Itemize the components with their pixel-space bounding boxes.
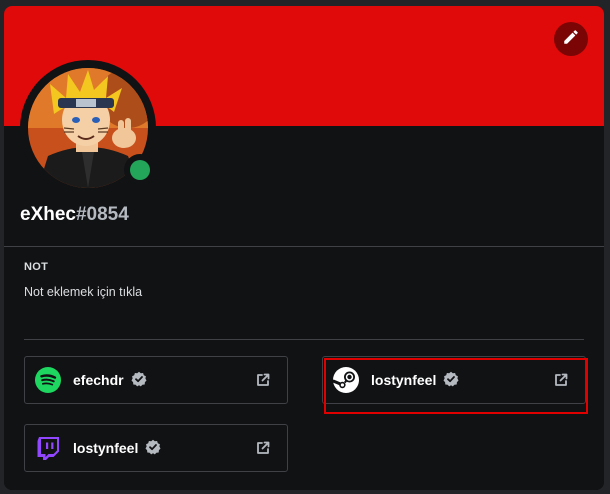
username-text: eXhec <box>20 204 76 225</box>
verified-check-icon <box>131 371 147 390</box>
note-heading: NOT <box>24 261 49 273</box>
user-profile-card: eXhec#0854 NOT Not eklemek için tıkla ef… <box>4 6 604 490</box>
spotify-icon <box>35 367 61 393</box>
edit-profile-button[interactable] <box>554 22 588 56</box>
connection-spotify[interactable]: efechdr <box>24 356 288 404</box>
connection-name: efechdr <box>73 371 147 390</box>
status-indicator-ring <box>124 154 156 186</box>
section-divider <box>24 339 584 340</box>
verified-check-icon <box>145 439 161 458</box>
profile-username: eXhec#0854 <box>20 204 129 226</box>
pencil-icon <box>562 28 580 51</box>
discriminator-text: #0854 <box>75 204 129 225</box>
verified-check-icon <box>443 371 459 390</box>
connection-name: lostynfeel <box>371 371 459 390</box>
profile-popout-frame: eXhec#0854 NOT Not eklemek için tıkla ef… <box>0 0 610 494</box>
note-input[interactable]: Not eklemek için tıkla <box>24 285 584 299</box>
external-link-icon[interactable] <box>255 372 271 388</box>
connection-steam[interactable]: lostynfeel <box>322 356 586 404</box>
online-status-icon <box>130 160 150 180</box>
external-link-icon[interactable] <box>553 372 569 388</box>
steam-icon <box>332 367 359 393</box>
external-link-icon[interactable] <box>255 440 271 456</box>
connection-twitch[interactable]: lostynfeel <box>24 424 288 472</box>
avatar-container <box>20 60 156 196</box>
connection-name: lostynfeel <box>73 439 161 458</box>
twitch-icon <box>35 435 61 461</box>
